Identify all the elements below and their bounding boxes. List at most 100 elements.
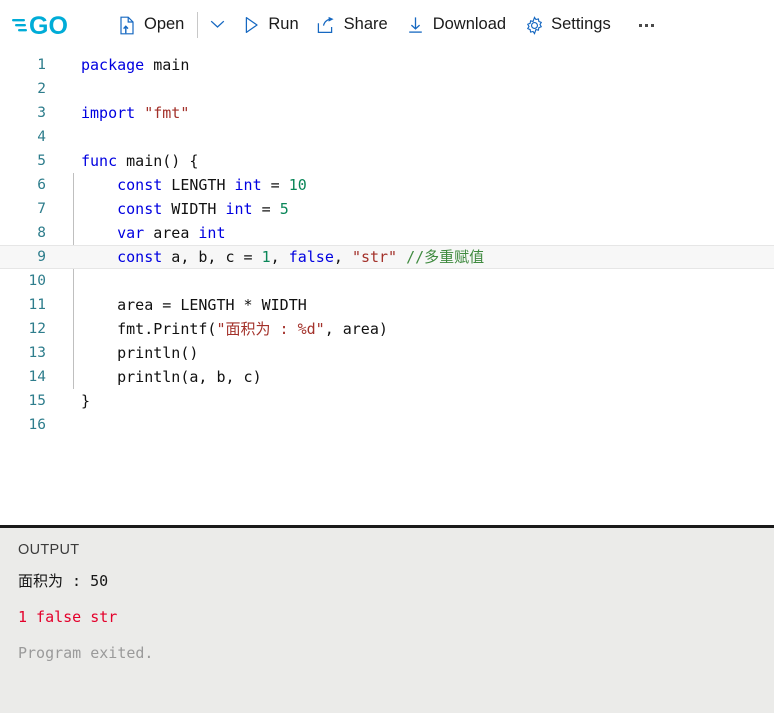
token-str: "面积为 : %d" xyxy=(216,320,325,338)
token-pl: } xyxy=(81,392,91,410)
token-pl: WIDTH xyxy=(162,200,226,218)
token-pl: main xyxy=(144,56,190,74)
code-line-content[interactable]: func main() { xyxy=(58,149,774,173)
line-number: 16 xyxy=(28,417,46,433)
token-kw: package xyxy=(81,56,145,74)
code-line-content[interactable]: const a, b, c = 1, false, "str" //多重赋值 xyxy=(58,245,774,269)
token-num: 5 xyxy=(279,200,289,218)
open-dropdown-toggle[interactable] xyxy=(202,11,232,39)
token-pl: LENGTH xyxy=(162,176,235,194)
download-icon xyxy=(406,15,426,35)
code-line-content[interactable]: var area int xyxy=(58,221,774,245)
code-line[interactable]: 13 println() xyxy=(0,341,774,365)
code-line[interactable]: 11 area = LENGTH * WIDTH xyxy=(0,293,774,317)
code-line-content[interactable] xyxy=(58,269,774,293)
toolbar: GO Open Run Share Download Settings xyxy=(0,0,774,50)
settings-button-label: Settings xyxy=(551,15,611,34)
token-num: 1 xyxy=(261,248,271,266)
line-number: 13 xyxy=(28,345,46,361)
token-pl: area = LENGTH * WIDTH xyxy=(81,296,307,314)
code-line-content[interactable]: } xyxy=(58,389,774,413)
code-line[interactable]: 10 xyxy=(0,269,774,293)
output-line-stderr: 1 false str xyxy=(18,608,118,626)
token-pl: a, b, c = xyxy=(162,248,262,266)
token-pl: , xyxy=(270,248,289,266)
output-line-exit: Program exited. xyxy=(18,644,154,662)
line-number: 15 xyxy=(28,393,46,409)
token-kw: import xyxy=(81,104,136,122)
code-line[interactable]: 8 var area int xyxy=(0,221,774,245)
code-line[interactable]: 6 const LENGTH int = 10 xyxy=(0,173,774,197)
line-number: 5 xyxy=(37,153,46,169)
line-number: 11 xyxy=(28,297,46,313)
open-file-icon xyxy=(117,15,137,35)
download-button[interactable]: Download xyxy=(397,11,515,39)
token-pl: main() { xyxy=(117,152,199,170)
code-line-content[interactable]: area = LENGTH * WIDTH xyxy=(58,293,774,317)
line-number: 14 xyxy=(28,369,46,385)
code-line-content[interactable]: const LENGTH int = 10 xyxy=(58,173,774,197)
run-button[interactable]: Run xyxy=(232,11,307,39)
toolbar-divider xyxy=(197,12,199,38)
open-button-label: Open xyxy=(144,15,185,34)
share-button[interactable]: Share xyxy=(308,11,397,39)
code-line-content[interactable]: println(a, b, c) xyxy=(58,365,774,389)
line-number: 4 xyxy=(37,129,46,145)
line-number: 10 xyxy=(28,273,46,289)
token-kw: false xyxy=(288,248,334,266)
code-line[interactable]: 2 xyxy=(0,77,774,101)
code-line[interactable]: 16 xyxy=(0,413,774,437)
code-line[interactable]: 15} xyxy=(0,389,774,413)
output-lines-container: 面积为 : 50 1 false str Program exited. xyxy=(18,570,774,664)
token-kw: const xyxy=(117,248,163,266)
token-kw: const xyxy=(117,176,163,194)
download-button-label: Download xyxy=(432,15,507,34)
code-line[interactable]: 14 println(a, b, c) xyxy=(0,365,774,389)
code-line[interactable]: 12 fmt.Printf("面积为 : %d", area) xyxy=(0,317,774,341)
code-lines-container[interactable]: 1 package main 2 3 import "fmt" 4 5 func main()… xyxy=(0,50,774,437)
settings-button[interactable]: Settings xyxy=(515,11,620,39)
token-kw: const xyxy=(117,200,163,218)
svg-text:GO: GO xyxy=(29,12,68,39)
token-kw: int xyxy=(234,176,262,194)
token-str: "str" xyxy=(351,248,398,266)
line-number: 1 xyxy=(37,57,46,73)
line-number: 9 xyxy=(37,249,46,265)
open-button[interactable]: Open xyxy=(108,11,193,39)
go-logo[interactable]: GO xyxy=(12,11,78,39)
go-playground-window: GO Open Run Share Download Settings 1 pa… xyxy=(0,0,774,713)
code-line-content[interactable]: package main xyxy=(58,53,774,77)
code-editor[interactable]: 1 package main 2 3 import "fmt" 4 5 func main()… xyxy=(0,50,774,525)
code-line-content[interactable] xyxy=(58,125,774,149)
line-number: 8 xyxy=(37,225,46,241)
output-panel-title: OUTPUT xyxy=(18,542,80,558)
code-line[interactable]: 4 xyxy=(0,125,774,149)
output-panel: OUTPUT 面积为 : 50 1 false str Program exited… xyxy=(0,525,774,713)
code-line[interactable]: 7 const WIDTH int = 5 xyxy=(0,197,774,221)
code-line-content[interactable]: import "fmt" xyxy=(58,101,774,125)
code-line[interactable]: 9 const a, b, c = 1, false, "str" //多重赋值 xyxy=(0,245,774,269)
output-line-stdout: 面积为 : 50 xyxy=(18,572,109,590)
code-line-content[interactable]: fmt.Printf("面积为 : %d", area) xyxy=(58,317,774,341)
token-num: 10 xyxy=(288,176,307,194)
play-icon xyxy=(241,15,261,35)
line-number: 12 xyxy=(28,321,46,337)
more-options-button[interactable] xyxy=(630,11,664,39)
gear-icon xyxy=(524,15,544,35)
share-icon xyxy=(317,15,337,35)
code-line-content[interactable] xyxy=(58,77,774,101)
token-kw: var xyxy=(117,224,145,242)
code-line-content[interactable]: const WIDTH int = 5 xyxy=(58,197,774,221)
code-line[interactable]: 5 func main() { xyxy=(0,149,774,173)
code-line-content[interactable] xyxy=(58,413,774,437)
ellipsis-icon-dot xyxy=(639,23,643,27)
share-button-label: Share xyxy=(343,15,388,34)
code-line[interactable]: 1 package main xyxy=(0,53,774,77)
code-line[interactable]: 3 import "fmt" xyxy=(0,101,774,125)
token-kw: int xyxy=(198,224,226,242)
code-line-content[interactable]: println() xyxy=(58,341,774,365)
